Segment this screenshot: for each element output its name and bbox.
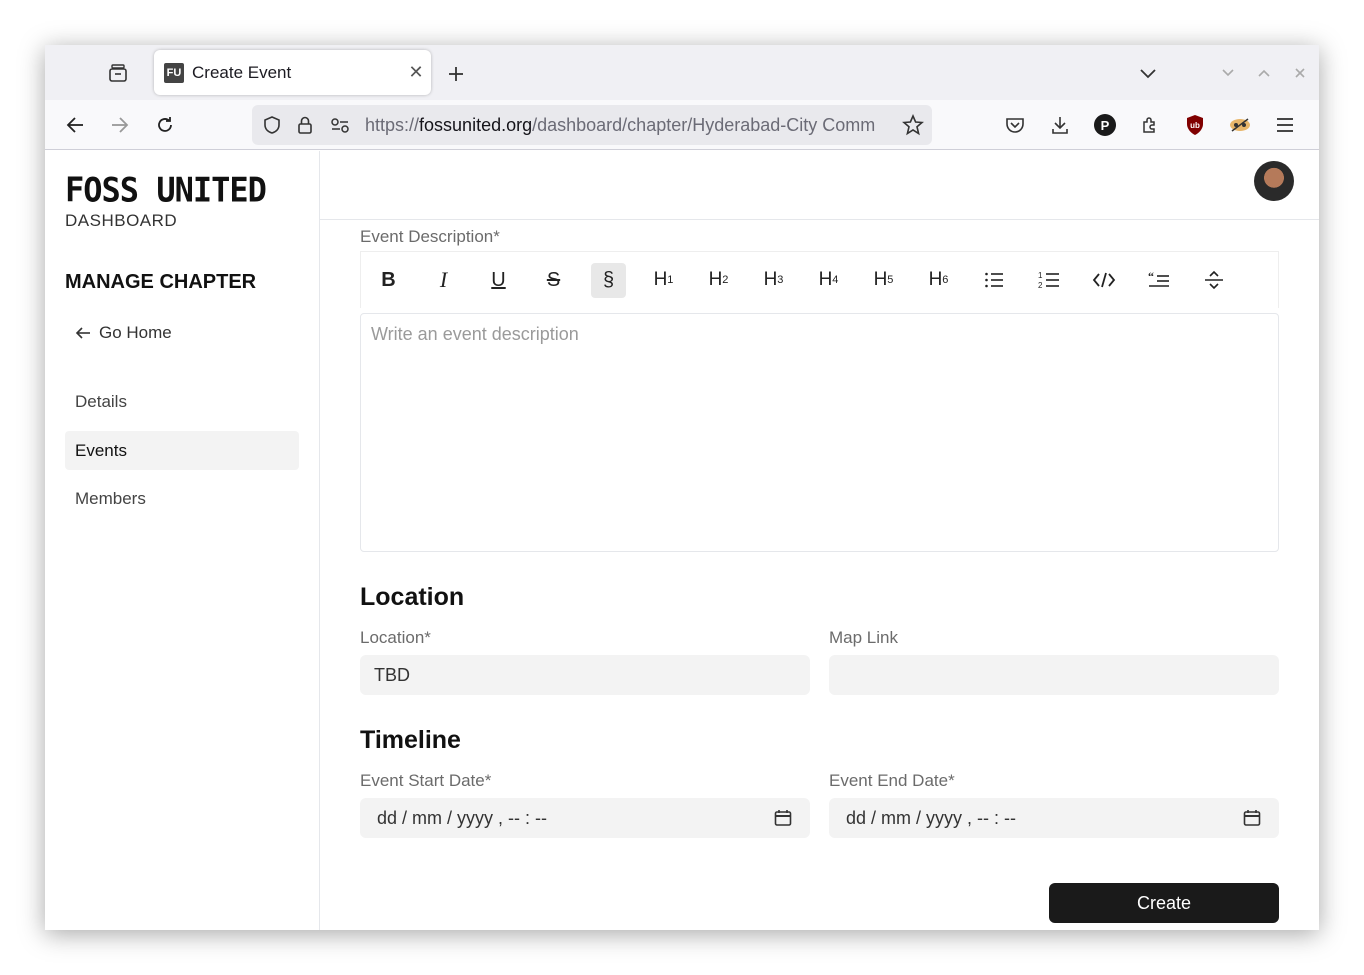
location-section-title: Location [360, 583, 465, 611]
extensions-puzzle-icon[interactable] [1135, 110, 1165, 140]
sidebar-item-label: Events [75, 440, 127, 460]
code-icon[interactable] [1086, 263, 1121, 298]
heading-3-button[interactable]: H3 [756, 263, 791, 298]
ublock-icon[interactable]: ub [1180, 110, 1210, 140]
downloads-icon[interactable] [1045, 110, 1075, 140]
main-content: Event Description* B I U S § H1 H2 H3 H4… [320, 151, 1319, 930]
foss-united-logo[interactable]: FOSS UNITED [65, 170, 267, 210]
svg-text:2: 2 [1038, 281, 1043, 290]
shield-icon[interactable] [262, 115, 282, 140]
arrow-left-icon [75, 326, 91, 340]
firefox-view-icon[interactable] [105, 61, 131, 85]
sidebar-heading: MANAGE CHAPTER [65, 271, 257, 293]
sidebar-item-details[interactable]: Details [65, 382, 299, 421]
calendar-icon[interactable] [774, 809, 792, 832]
heading-2-button[interactable]: H2 [701, 263, 736, 298]
location-label: Location* [360, 628, 431, 647]
italic-button[interactable]: I [426, 263, 461, 298]
navigation-toolbar: https://fossunited.org/dashboard/chapter… [45, 100, 1319, 150]
url-bar[interactable]: https://fossunited.org/dashboard/chapter… [252, 105, 932, 145]
svg-text:ub: ub [1190, 121, 1200, 130]
go-home-link[interactable]: Go Home [75, 323, 172, 343]
editor-toolbar: B I U S § H1 H2 H3 H4 H5 H6 12 “ [360, 251, 1279, 308]
main-header [320, 151, 1319, 220]
sidebar-item-label: Members [75, 488, 146, 508]
heading-1-button[interactable]: H1 [646, 263, 681, 298]
description-placeholder: Write an event description [371, 324, 579, 344]
favicon: FU [164, 62, 184, 83]
list-tabs-chevron-icon[interactable] [1133, 67, 1163, 79]
bullet-list-icon[interactable] [976, 263, 1011, 298]
sidebar: FOSS UNITED DASHBOARD MANAGE CHAPTER Go … [45, 151, 320, 930]
go-home-label: Go Home [99, 323, 172, 342]
page: FOSS UNITED DASHBOARD MANAGE CHAPTER Go … [45, 151, 1319, 930]
p-extension-icon[interactable]: P [1090, 110, 1120, 140]
event-start-date-label: Event Start Date* [360, 771, 492, 790]
forward-arrow-icon[interactable] [105, 110, 135, 140]
location-input[interactable]: TBD [360, 655, 810, 695]
underline-button[interactable]: U [481, 263, 516, 298]
create-button[interactable]: Create [1049, 883, 1279, 923]
blockquote-icon[interactable]: “ [1141, 263, 1176, 298]
heading-6-button[interactable]: H6 [921, 263, 956, 298]
heading-4-button[interactable]: H4 [811, 263, 846, 298]
map-link-label: Map Link [829, 628, 898, 647]
pocket-icon[interactable] [1000, 110, 1030, 140]
minimize-icon[interactable] [1213, 68, 1243, 78]
horizontal-rule-icon[interactable] [1196, 263, 1231, 298]
window-controls [1133, 59, 1319, 87]
tab-create-event[interactable]: FU Create Event ✕ [154, 50, 431, 95]
svg-text:1: 1 [1038, 271, 1043, 280]
back-arrow-icon[interactable] [60, 110, 90, 140]
maximize-icon[interactable] [1249, 68, 1279, 78]
new-tab-icon[interactable] [443, 61, 469, 87]
close-window-icon[interactable] [1285, 67, 1315, 79]
start-date-placeholder: dd / mm / yyyy , -- : -- [377, 807, 547, 828]
url-text[interactable]: https://fossunited.org/dashboard/chapter… [365, 115, 905, 136]
calendar-icon[interactable] [1243, 809, 1261, 832]
event-description-editor[interactable]: Write an event description [360, 313, 1279, 552]
sidebar-item-events[interactable]: Events [65, 431, 299, 470]
location-value: TBD [374, 664, 410, 685]
svg-text:“: “ [1148, 271, 1154, 283]
heading-5-button[interactable]: H5 [866, 263, 901, 298]
event-start-date-input[interactable]: dd / mm / yyyy , -- : -- [360, 798, 810, 838]
strikethrough-button[interactable]: S [536, 263, 571, 298]
event-description-label: Event Description* [360, 227, 500, 246]
reload-icon[interactable] [150, 110, 180, 140]
avatar[interactable] [1254, 161, 1294, 201]
permissions-icon[interactable] [330, 116, 350, 139]
paragraph-button[interactable]: § [591, 262, 626, 298]
extension-mask-icon[interactable] [1225, 110, 1255, 140]
tab-strip: FU Create Event ✕ [45, 45, 1319, 100]
toolbar-extensions: P ub [1000, 110, 1315, 140]
sidebar-item-label: Details [75, 391, 127, 411]
browser-window: FU Create Event ✕ https://fossunited.org… [45, 45, 1319, 930]
sidebar-item-members[interactable]: Members [65, 479, 299, 518]
hamburger-menu-icon[interactable] [1270, 110, 1300, 140]
close-icon[interactable]: ✕ [401, 62, 431, 83]
event-end-date-label: Event End Date* [829, 771, 955, 790]
timeline-section-title: Timeline [360, 726, 461, 754]
map-link-input[interactable] [829, 655, 1279, 695]
lock-icon[interactable] [296, 115, 314, 140]
dashboard-label: DASHBOARD [65, 211, 178, 230]
ordered-list-icon[interactable]: 12 [1031, 263, 1066, 298]
bold-button[interactable]: B [371, 263, 406, 298]
tab-title: Create Event [192, 62, 292, 82]
end-date-placeholder: dd / mm / yyyy , -- : -- [846, 807, 1016, 828]
bookmark-star-icon[interactable] [902, 113, 924, 141]
event-end-date-input[interactable]: dd / mm / yyyy , -- : -- [829, 798, 1279, 838]
